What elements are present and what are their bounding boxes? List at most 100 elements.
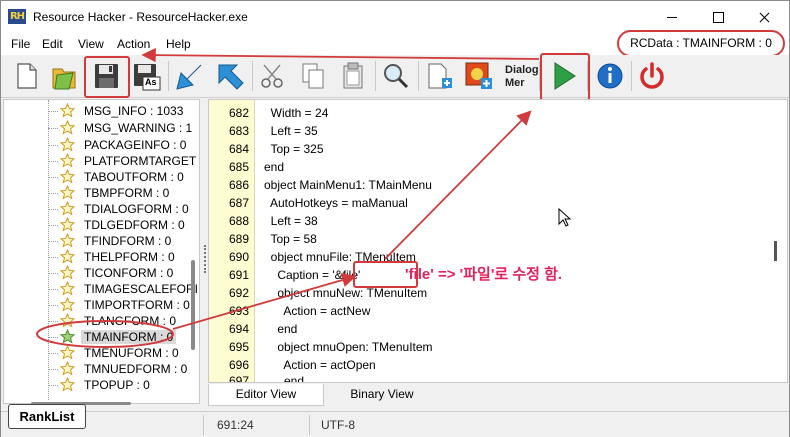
dialog-merger-button[interactable]: Dialog Mer	[477, 59, 539, 93]
mouse-pointer-icon	[558, 208, 572, 227]
menu-action[interactable]: Action	[117, 37, 150, 51]
star-icon	[60, 217, 75, 232]
minimize-button[interactable]	[649, 1, 695, 33]
line-number: 695	[228, 340, 249, 354]
toolbar-separator	[168, 61, 169, 91]
open-file-button[interactable]	[47, 59, 81, 93]
code-line[interactable]: object MainMenu1: TMainMenu	[264, 178, 432, 192]
cut-button[interactable]	[256, 59, 290, 93]
star-selected-icon	[60, 329, 75, 344]
add-resource-button[interactable]	[422, 59, 456, 93]
arrow-up-left-icon	[218, 64, 244, 90]
status-separator	[309, 415, 310, 435]
tree-item-label: TICONFORM : 0	[84, 266, 174, 280]
ranklist-watermark: RankList	[8, 404, 86, 429]
code-line[interactable]: AutoHotkeys = maManual	[264, 196, 408, 210]
find-button[interactable]	[379, 59, 413, 93]
tree-vertical-scrollbar[interactable]	[191, 260, 195, 350]
line-number: 685	[228, 160, 249, 174]
save-as-icon	[134, 64, 161, 91]
splitter-grip[interactable]	[204, 245, 206, 273]
dialog-merger-line2: Mer	[505, 77, 525, 89]
exit-button[interactable]	[635, 59, 669, 93]
code-line[interactable]: Action = actOpen	[264, 358, 375, 372]
arrow-down-left-icon	[176, 64, 202, 90]
app-logo-icon: RH	[8, 9, 26, 24]
maximize-button[interactable]	[695, 1, 741, 33]
resource-hacker-window: RH Resource Hacker - ResourceHacker.exe …	[0, 0, 790, 437]
toolbar-separator	[252, 61, 253, 91]
run-highlight-box	[540, 53, 590, 101]
window-title: Resource Hacker - ResourceHacker.exe	[33, 10, 248, 24]
paste-icon	[343, 62, 363, 89]
tree-item-label: TMAINFORM : 0	[81, 330, 177, 344]
status-bar: 1000 / 2018 691:24 UTF-8	[1, 411, 789, 437]
line-number: 694	[228, 322, 249, 336]
save-highlight-box	[84, 56, 130, 98]
code-line[interactable]: Caption = '&file'	[264, 268, 360, 282]
code-line[interactable]: object mnuNew: TMenuItem	[264, 286, 427, 300]
tab-binary-view[interactable]: Binary View	[332, 384, 432, 406]
tree-item-label: MSG_WARNING : 1	[84, 121, 193, 135]
rcdata-resource-label: RCData : TMAINFORM : 0	[617, 30, 785, 57]
line-number: 690	[228, 250, 249, 264]
code-line[interactable]: end	[264, 374, 304, 382]
info-icon	[597, 63, 623, 89]
new-file-button[interactable]	[9, 59, 43, 93]
tree-item-label: TDIALOGFORM : 0	[84, 202, 189, 216]
copy-button[interactable]	[296, 59, 330, 93]
code-line[interactable]: end	[264, 322, 297, 336]
tree-item-label: TBMPFORM : 0	[84, 186, 170, 200]
dialog-merger-label: Dialog Mer	[505, 64, 539, 90]
code-line[interactable]: Action = actNew	[264, 304, 370, 318]
star-icon	[60, 377, 75, 392]
menu-edit[interactable]: Edit	[42, 37, 63, 51]
power-icon	[640, 62, 664, 89]
code-line[interactable]: object mnuOpen: TMenuItem	[264, 340, 432, 354]
star-icon	[60, 153, 75, 168]
code-line[interactable]: Width = 24	[264, 106, 329, 120]
tree-item-label: TPOPUP : 0	[84, 378, 150, 392]
code-line[interactable]: Top = 58	[264, 232, 316, 246]
tree-item-label: TIMPORTFORM : 0	[84, 298, 190, 312]
star-icon	[60, 103, 75, 118]
code-line[interactable]: Top = 325	[264, 142, 323, 156]
line-number: 688	[228, 214, 249, 228]
export-button[interactable]	[213, 59, 247, 93]
menu-help[interactable]: Help	[166, 37, 191, 51]
menu-view[interactable]: View	[78, 37, 104, 51]
editor-vertical-scrollbar[interactable]	[774, 241, 777, 261]
resource-tree[interactable]: MSG_INFO : 1033 MSG_WARNING : 1 PACKAGEI…	[3, 99, 200, 404]
line-number: 692	[228, 286, 249, 300]
paste-button[interactable]	[336, 59, 370, 93]
star-icon	[60, 313, 75, 328]
code-line[interactable]: end	[264, 160, 284, 174]
star-icon	[60, 361, 75, 376]
star-icon	[60, 169, 75, 184]
tree-item-label: TFINDFORM : 0	[84, 234, 172, 248]
import-button[interactable]	[173, 59, 207, 93]
star-icon	[60, 120, 75, 135]
about-button[interactable]	[593, 59, 627, 93]
tree-item-label: TMNUEDFORM : 0	[84, 362, 188, 376]
tab-editor-view[interactable]: Editor View	[208, 384, 324, 406]
line-number: 691	[228, 268, 249, 282]
tree-item-label: TIMAGESCALEFORI	[84, 282, 199, 296]
code-line[interactable]: Left = 35	[264, 124, 318, 138]
script-editor[interactable]: 682 683 684 685 686 687 688 689 690 691 …	[208, 99, 788, 383]
star-icon	[60, 233, 75, 248]
line-number: 696	[228, 358, 249, 372]
star-icon	[60, 265, 75, 280]
dialog-merger-line1: Dialog	[505, 64, 539, 76]
line-number: 682	[228, 106, 249, 120]
status-cursor-position: 691:24	[217, 418, 254, 432]
toolbar-separator	[375, 61, 376, 91]
menu-file[interactable]: File	[11, 37, 30, 51]
line-number: 683	[228, 124, 249, 138]
close-button[interactable]	[741, 1, 787, 33]
line-number-gutter: 682 683 684 685 686 687 688 689 690 691 …	[209, 100, 255, 382]
star-icon	[60, 281, 75, 296]
code-line[interactable]: Left = 38	[264, 214, 318, 228]
save-as-button[interactable]: As	[129, 59, 163, 93]
tree-item-label: TABOUTFORM : 0	[84, 170, 184, 184]
